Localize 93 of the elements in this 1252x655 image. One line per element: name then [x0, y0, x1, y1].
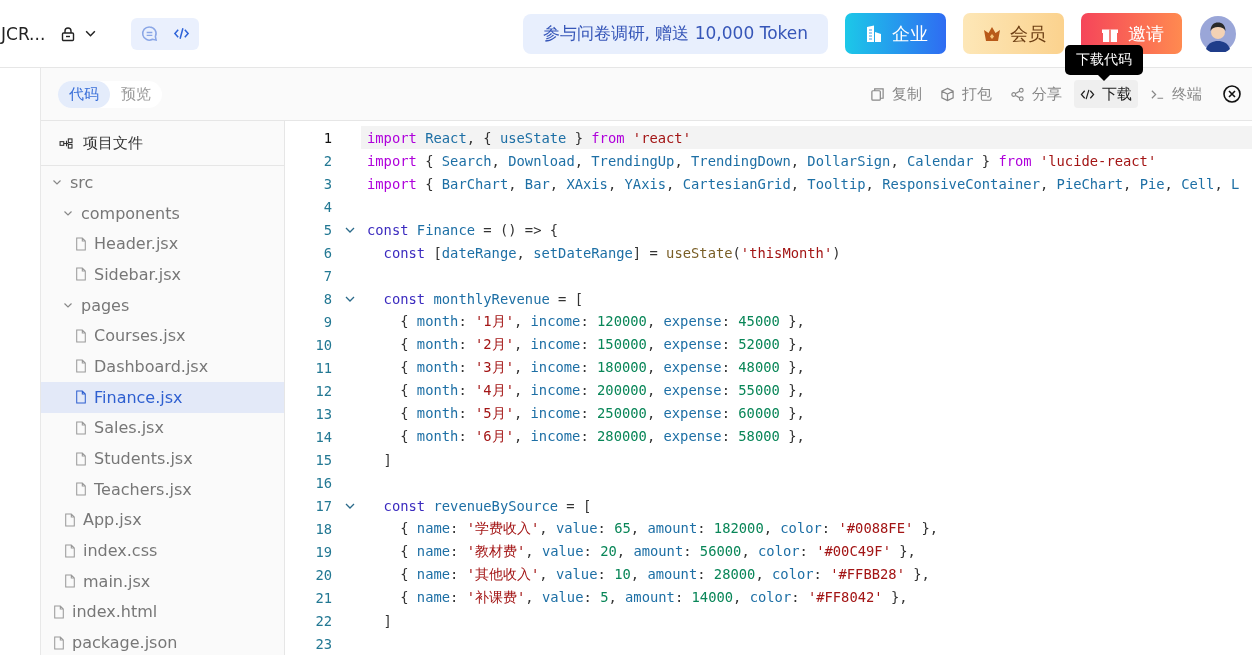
survey-banner[interactable]: 参与问卷调研, 赠送 10,000 Token — [522, 13, 828, 54]
file-icon — [75, 482, 87, 497]
share-icon — [1010, 86, 1025, 102]
code-line: { month: '2月', income: 150000, expense: 52000 }, — [399, 335, 805, 354]
code-icon — [172, 25, 190, 42]
line-number: 9 — [322, 313, 332, 330]
code-line: { month: '6月', income: 280000, expense: 58000 }, — [399, 427, 805, 446]
code-line: { month: '1月', income: 120000, expense: 45000 }, — [399, 312, 805, 331]
code-line: { name: '教材费', value: 20, amount: 56000, color: '#00C49F' }, — [399, 542, 916, 561]
line-number: 19 — [314, 543, 332, 560]
file-icon — [75, 420, 87, 435]
code-line: const [dateRange, setDateRange] = useState('thisMonth') — [382, 244, 841, 261]
file-item[interactable]: index.css — [41, 535, 284, 566]
toolbar-button[interactable]: 分享 — [1004, 80, 1068, 108]
line-number: 13 — [314, 405, 332, 422]
file-icon — [75, 359, 87, 374]
file-icon — [53, 635, 65, 650]
code-line: { name: '补课费', value: 5, amount: 14000, color: '#FF8042' }, — [399, 588, 908, 607]
close-icon[interactable] — [1222, 84, 1242, 104]
tree-icon — [59, 137, 74, 149]
line-number: 1 — [322, 129, 332, 146]
file-item[interactable]: index.html — [41, 596, 284, 628]
tab[interactable]: 代码 — [58, 80, 110, 108]
file-item[interactable]: Sidebar.jsx — [41, 259, 284, 290]
tab[interactable]: 预览 — [110, 80, 162, 108]
sidebar-title: 项目文件 — [83, 133, 143, 153]
file-icon — [75, 390, 87, 405]
line-number: 8 — [322, 290, 332, 307]
line-number: 21 — [314, 589, 332, 606]
code-line: const monthlyRevenue = [ — [382, 290, 583, 307]
line-number: 5 — [322, 221, 332, 238]
code-line: const Finance = () => { — [367, 221, 559, 238]
file-icon — [53, 604, 65, 619]
line-number: 20 — [314, 566, 332, 583]
lock-icon[interactable] — [60, 25, 77, 42]
file-icon — [75, 267, 87, 282]
code-line: ] — [382, 612, 392, 629]
folder-item[interactable]: src — [41, 167, 284, 198]
code-line: { month: '3月', income: 180000, expense: 48000 }, — [399, 358, 805, 377]
copy-icon — [870, 86, 885, 102]
line-number: 22 — [314, 612, 332, 629]
line-number: 16 — [314, 474, 332, 491]
code-line: const revenueBySource = [ — [382, 497, 592, 514]
line-number: 11 — [314, 359, 332, 376]
file-item[interactable]: package.json — [41, 627, 284, 655]
folder-item[interactable]: components — [41, 197, 284, 229]
line-number: 12 — [314, 382, 332, 399]
line-number: 3 — [322, 175, 332, 192]
toolbar-button[interactable]: 打包 — [934, 80, 998, 108]
file-item[interactable]: Sales.jsx — [41, 412, 284, 444]
tooltip: 下载代码 — [1065, 45, 1143, 81]
code-line: ] — [382, 451, 392, 468]
folder-item[interactable]: pages — [41, 289, 284, 321]
file-icon — [64, 574, 76, 589]
toolbar-button[interactable]: 终端 — [1144, 80, 1208, 108]
file-item[interactable]: Teachers.jsx — [41, 473, 284, 505]
avatar[interactable] — [1200, 15, 1236, 52]
file-item[interactable]: Students.jsx — [41, 443, 284, 474]
file-icon — [75, 451, 87, 466]
enterprise-button[interactable]: 企业 — [845, 13, 946, 54]
line-number: 23 — [314, 635, 332, 652]
line-number: 10 — [314, 336, 332, 353]
line-number: 18 — [314, 520, 332, 537]
cube-icon — [940, 86, 955, 102]
code-line: { name: '学费收入', value: 65, amount: 182000, color: '#0088FE' }, — [399, 519, 939, 538]
line-number: 4 — [322, 198, 332, 215]
file-icon — [64, 512, 76, 527]
file-icon — [75, 328, 87, 343]
toolbar-button[interactable]: 下载 — [1074, 80, 1138, 108]
file-item[interactable]: Header.jsx — [41, 228, 284, 260]
member-button[interactable]: 会员 — [963, 13, 1064, 54]
file-item[interactable]: Finance.jsx — [41, 381, 284, 413]
code-line: import { Search, Download, TrendingUp, TrendingDown, DollarSign, Calendar } from 'lucide-react' — [367, 152, 1157, 169]
code-line: { name: '其他收入', value: 10, amount: 28000, color: '#FFBB28' }, — [399, 565, 930, 584]
chat-icon — [140, 25, 158, 42]
toolbar-button[interactable]: 复制 — [864, 80, 928, 108]
line-number: 6 — [322, 244, 332, 261]
code-line: import React, { useState } from 'react' — [367, 129, 691, 146]
line-number: 14 — [314, 428, 332, 445]
code-line: { month: '5月', income: 250000, expense: 60000 }, — [399, 404, 805, 423]
line-number: 17 — [314, 497, 332, 514]
file-item[interactable]: App.jsx — [41, 504, 284, 536]
line-number: 2 — [322, 152, 332, 169]
file-icon — [64, 543, 76, 558]
file-icon — [75, 236, 87, 251]
project-title: JCR... — [1, 23, 46, 44]
code-line: { month: '4月', income: 200000, expense: 55000 }, — [399, 381, 805, 400]
file-item[interactable]: Dashboard.jsx — [41, 351, 284, 382]
file-item[interactable]: main.jsx — [41, 565, 284, 597]
line-number: 7 — [322, 267, 332, 284]
code-line: import { BarChart, Bar, XAxis, YAxis, CartesianGrid, Tooltip, ResponsiveContainer, PieChart, Pie, Cell, L — [367, 175, 1240, 192]
file-item[interactable]: Courses.jsx — [41, 320, 284, 352]
line-number: 15 — [314, 451, 332, 468]
